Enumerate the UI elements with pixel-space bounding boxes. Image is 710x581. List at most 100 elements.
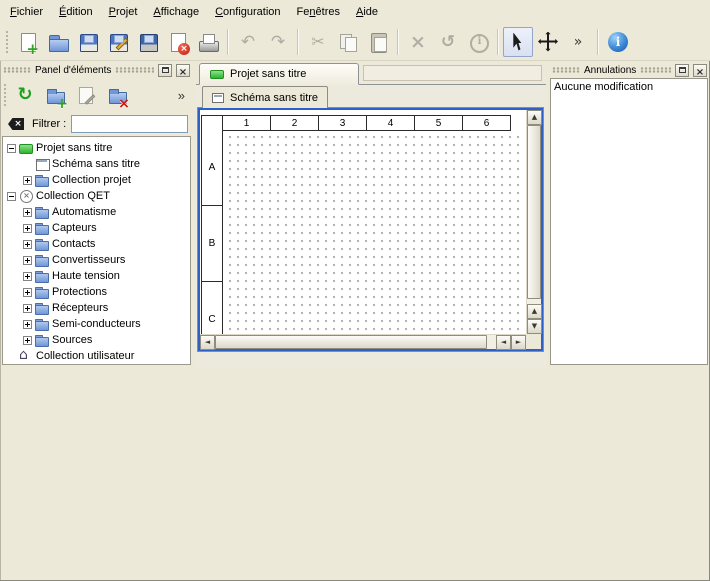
tree-item-schema-sans-titre[interactable]: Schéma sans titre: [3, 156, 190, 172]
vertical-scrollbar[interactable]: [526, 110, 541, 334]
delete-element-button[interactable]: [104, 81, 132, 109]
scroll-up-button[interactable]: [527, 110, 542, 125]
scroll-left-button[interactable]: [496, 335, 511, 350]
project-icon: [210, 70, 224, 79]
undo-history-list[interactable]: Aucune modification: [550, 78, 708, 365]
tree-item-convertisseurs[interactable]: Convertisseurs: [3, 252, 190, 268]
copy-button[interactable]: [333, 27, 363, 57]
dock-float-button[interactable]: [675, 64, 689, 77]
save-button[interactable]: [73, 27, 103, 57]
edit-element-icon: [77, 85, 97, 105]
tree-expander-icon[interactable]: [23, 320, 32, 329]
help-toolbar-group: [603, 27, 633, 57]
menu-aide[interactable]: Aide: [348, 0, 386, 23]
chevron-double-right-icon: [567, 31, 589, 53]
tree-item-semi-conducteurs[interactable]: Semi-conducteurs: [3, 316, 190, 332]
undo-dock-titlebar[interactable]: Annulations: [549, 61, 710, 78]
tree-expander-icon[interactable]: [7, 192, 16, 201]
dock-close-button[interactable]: [176, 64, 190, 77]
horizontal-scrollbar[interactable]: [200, 334, 526, 349]
new-element-button[interactable]: [42, 81, 70, 109]
toolbar-grip-handle[interactable]: [3, 83, 8, 107]
horizontal-scroll-thumb[interactable]: [215, 335, 487, 349]
elements-panel-toolbar: [0, 78, 193, 112]
tree-expander-icon[interactable]: [23, 304, 32, 313]
toolbar-separator: [397, 29, 399, 55]
dock-close-button[interactable]: [693, 64, 707, 77]
tree-expander-icon[interactable]: [7, 144, 16, 153]
tab-projet-sans-titre[interactable]: Projet sans titre: [199, 63, 359, 85]
filter-label: Filtrer :: [32, 118, 66, 130]
elements-toolbar-group: [11, 81, 135, 109]
toolbar-separator: [227, 29, 229, 55]
project-tab-label: Projet sans titre: [230, 68, 306, 80]
menu-affichage[interactable]: Affichage: [145, 0, 207, 23]
scrollbar-corner: [526, 334, 541, 349]
toolbar-overflow-button[interactable]: [563, 27, 593, 57]
scroll-down-button[interactable]: [527, 319, 542, 334]
mode-toolbar-group: [503, 27, 593, 57]
save-floppy-icon: [77, 31, 99, 53]
about-qet-button[interactable]: [603, 27, 633, 57]
filter-input[interactable]: [71, 115, 188, 133]
tree-item-projet-sans-titre[interactable]: Projet sans titre: [3, 140, 190, 156]
rotate-button[interactable]: [433, 27, 463, 57]
close-file-button[interactable]: [163, 27, 193, 57]
scroll-right-button[interactable]: [511, 335, 526, 350]
print-button[interactable]: [193, 27, 223, 57]
save-as-button[interactable]: [103, 27, 133, 57]
vertical-scroll-thumb[interactable]: [527, 125, 541, 299]
redo-button[interactable]: [263, 27, 293, 57]
schema-canvas[interactable]: 123456 ABCDE: [200, 110, 526, 334]
elements-panel-titlebar[interactable]: Panel d'éléments: [0, 61, 193, 78]
menu-fichier[interactable]: Fichier: [2, 0, 51, 23]
cut-button[interactable]: [303, 27, 333, 57]
dock-float-button[interactable]: [158, 64, 172, 77]
tree-item-contacts[interactable]: Contacts: [3, 236, 190, 252]
dock-grip-texture: [115, 67, 154, 73]
menu-configuration[interactable]: Configuration: [207, 0, 288, 23]
tree-item-collection-utilisateur[interactable]: Collection utilisateur: [3, 348, 190, 364]
tree-item-capteurs[interactable]: Capteurs: [3, 220, 190, 236]
select-mode-button[interactable]: [503, 27, 533, 57]
scroll-up-button[interactable]: [527, 304, 542, 319]
tree-item-haute-tension[interactable]: Haute tension: [3, 268, 190, 284]
tree-expander-icon[interactable]: [23, 256, 32, 265]
tree-item-recepteurs[interactable]: Récepteurs: [3, 300, 190, 316]
tree-expander-icon[interactable]: [23, 176, 32, 185]
tree-item-sources[interactable]: Sources: [3, 332, 190, 348]
tree-expander-icon[interactable]: [23, 288, 32, 297]
tree-expander-icon[interactable]: [23, 272, 32, 281]
paste-button[interactable]: [363, 27, 393, 57]
clear-filter-button[interactable]: [5, 114, 27, 134]
menu-edition[interactable]: Édition: [51, 0, 101, 23]
tree-item-automatisme[interactable]: Automatisme: [3, 204, 190, 220]
tree-expander-icon[interactable]: [23, 208, 32, 217]
open-project-button[interactable]: [43, 27, 73, 57]
edit-element-button[interactable]: [73, 81, 101, 109]
delete-button[interactable]: [403, 27, 433, 57]
menu-bar: Fichier Édition Projet Affichage Configu…: [0, 0, 710, 23]
folder-icon: [35, 302, 49, 314]
menu-fenetres[interactable]: Fenêtres: [289, 0, 348, 23]
tree-item-protections[interactable]: Protections: [3, 284, 190, 300]
tab-schema-sans-titre[interactable]: Schéma sans titre: [202, 86, 328, 108]
undo-button[interactable]: [233, 27, 263, 57]
tree-expander-icon[interactable]: [23, 240, 32, 249]
new-project-button[interactable]: [13, 27, 43, 57]
menu-projet[interactable]: Projet: [101, 0, 146, 23]
close-icon: [179, 63, 187, 78]
toolbar-grip-handle[interactable]: [4, 29, 10, 55]
panel-overflow-chevron-icon[interactable]: [178, 88, 190, 103]
tree-expander-icon[interactable]: [23, 224, 32, 233]
pan-mode-button[interactable]: [533, 27, 563, 57]
reload-collections-button[interactable]: [11, 81, 39, 109]
row-header: A: [202, 130, 222, 206]
element-info-button[interactable]: [463, 27, 493, 57]
tree-item-collection-qet[interactable]: Collection QET: [3, 188, 190, 204]
tree-item-collection-projet[interactable]: Collection projet: [3, 172, 190, 188]
clipboard-icon: [367, 31, 389, 53]
save-all-button[interactable]: [133, 27, 163, 57]
tree-expander-icon[interactable]: [23, 336, 32, 345]
scroll-left-button[interactable]: [200, 335, 215, 350]
